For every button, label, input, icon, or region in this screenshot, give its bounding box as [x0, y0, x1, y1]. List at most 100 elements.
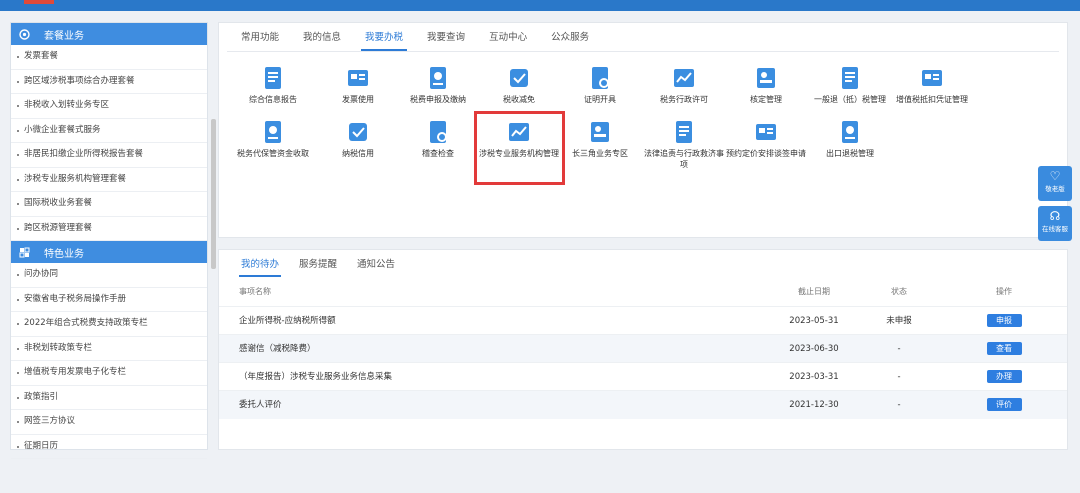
sidebar-item[interactable]: 国际税收业务套餐	[11, 192, 207, 217]
function-item[interactable]: 发票使用	[316, 65, 400, 105]
task-name: 感谢信（减税降费）	[239, 344, 316, 354]
table-row: （年度报告）涉税专业服务业务信息采集 2023-03-31 - 办理	[219, 362, 1067, 391]
function-label: 一般退（抵）税管理	[814, 95, 886, 104]
tab-common[interactable]: 常用功能	[229, 23, 291, 51]
function-label: 增值税抵扣凭证管理	[896, 95, 968, 104]
task-date: 2023-03-31	[789, 372, 839, 382]
sidebar-item[interactable]: 发票套餐	[11, 45, 207, 70]
function-item[interactable]: 核定管理	[724, 65, 808, 105]
function-item[interactable]: 一般退（抵）税管理	[808, 65, 892, 105]
special-list: 问办协同 安徽省电子税务局操作手册 2022年组合式税费支持政策专栏 非税划转政…	[11, 263, 207, 459]
sidebar-item[interactable]: 非居民扣缴企业所得税报告套餐	[11, 143, 207, 168]
function-item[interactable]: 税费申报及缴纳	[396, 65, 480, 105]
section-title: 特色业务	[44, 248, 84, 260]
custody-icon	[260, 119, 286, 145]
table-header: 事项名称 截止日期 状态 操作	[219, 284, 1067, 300]
tax-relief-icon	[506, 65, 532, 91]
sidebar-section-special[interactable]: 特色业务	[11, 241, 207, 263]
table-row: 感谢信（减税降费） 2023-06-30 - 查看	[219, 334, 1067, 363]
tab-query[interactable]: 我要查询	[415, 23, 477, 51]
tab-service-reminder[interactable]: 服务提醒	[289, 250, 347, 277]
sidebar-scrollbar[interactable]	[211, 119, 216, 269]
view-button[interactable]: 查看	[986, 342, 1022, 355]
function-label: 综合信息报告	[249, 95, 297, 104]
function-label: 出口退税管理	[826, 149, 874, 158]
function-label: 税务行政许可	[660, 95, 708, 104]
function-item[interactable]: 税收减免	[477, 65, 561, 105]
package-list: 发票套餐 跨区域涉税事项综合办理套餐 非税收入划转业务专区 小微企业套餐式服务 …	[11, 45, 207, 241]
task-status: -	[897, 372, 901, 382]
function-item[interactable]: 税务代保管资金收取	[231, 119, 315, 159]
function-panel: 常用功能 我的信息 我要办税 我要查询 互动中心 公众服务 综合信息报告 发票使用…	[218, 22, 1068, 238]
grid-icon	[19, 247, 30, 258]
function-item[interactable]: 证明开具	[558, 65, 642, 105]
function-label: 发票使用	[342, 95, 374, 104]
function-item[interactable]: 法律追责与行政救济事项	[642, 119, 726, 170]
tab-divider	[227, 51, 1059, 52]
task-status: 未申报	[886, 316, 912, 326]
header-name: 事项名称	[239, 287, 271, 296]
tab-public-service[interactable]: 公众服务	[539, 23, 601, 51]
function-item[interactable]: 增值税抵扣凭证管理	[890, 65, 974, 105]
sidebar-item[interactable]: 网签三方协议	[11, 410, 207, 435]
header-op: 操作	[996, 287, 1012, 296]
credit-icon	[345, 119, 371, 145]
sidebar-item[interactable]: 征期日历	[11, 435, 207, 459]
function-label: 税费申报及缴纳	[410, 95, 466, 104]
function-item[interactable]: 税务行政许可	[642, 65, 726, 105]
function-label: 法律追责与行政救济事项	[644, 149, 724, 169]
task-name: 企业所得税-应纳税所得额	[239, 316, 336, 326]
logo	[24, 0, 54, 4]
declare-button[interactable]: 申报	[986, 314, 1022, 327]
task-date: 2023-06-30	[789, 344, 839, 354]
function-label: 核定管理	[750, 95, 782, 104]
sidebar-item[interactable]: 跨区税源管理套餐	[11, 217, 207, 241]
function-label: 证明开具	[584, 95, 616, 104]
sidebar-item[interactable]: 非税收入划转业务专区	[11, 94, 207, 119]
task-status: -	[897, 344, 901, 354]
table-row: 企业所得税-应纳税所得额 2023-05-31 未申报 申报	[219, 306, 1067, 335]
header-date: 截止日期	[798, 287, 830, 296]
service-label: 在线客服	[1042, 225, 1068, 233]
task-date: 2021-12-30	[789, 400, 839, 410]
function-label: 稽查检查	[422, 149, 454, 158]
tab-my-info[interactable]: 我的信息	[291, 23, 353, 51]
sidebar-item[interactable]: 问办协同	[11, 263, 207, 288]
legal-icon	[671, 119, 697, 145]
tab-notice[interactable]: 通知公告	[347, 250, 405, 277]
tab-my-todo[interactable]: 我的待办	[231, 250, 289, 277]
sidebar-item[interactable]: 增值税专用发票电子化专栏	[11, 361, 207, 386]
function-label: 税收减免	[503, 95, 535, 104]
function-item[interactable]: 出口退税管理	[808, 119, 892, 159]
pricing-icon	[753, 119, 779, 145]
online-service-button[interactable]: ☊ 在线客服	[1038, 206, 1072, 241]
sidebar-section-package[interactable]: 套餐业务	[11, 23, 207, 45]
handle-button[interactable]: 办理	[986, 370, 1022, 383]
sidebar-item[interactable]: 政策指引	[11, 386, 207, 410]
sidebar-item[interactable]: 涉税专业服务机构管理套餐	[11, 168, 207, 192]
header-status: 状态	[891, 287, 907, 296]
function-item[interactable]: 综合信息报告	[231, 65, 315, 105]
declare-icon	[425, 65, 451, 91]
export-icon	[837, 119, 863, 145]
elder-label: 敬老版	[1045, 185, 1065, 193]
highlight-box	[474, 111, 565, 185]
function-item[interactable]: 纳税信用	[316, 119, 400, 159]
table-row: 委托人评价 2021-12-30 - 评价	[219, 390, 1067, 419]
approval-icon	[753, 65, 779, 91]
sidebar-item[interactable]: 跨区域涉税事项综合办理套餐	[11, 70, 207, 94]
function-item[interactable]: 稽查检查	[396, 119, 480, 159]
function-tabs: 常用功能 我的信息 我要办税 我要查询 互动中心 公众服务	[229, 23, 601, 51]
sidebar-item[interactable]: 2022年组合式税费支持政策专栏	[11, 312, 207, 337]
sidebar-item[interactable]: 小微企业套餐式服务	[11, 119, 207, 143]
sidebar-item[interactable]: 非税划转政策专栏	[11, 337, 207, 361]
tab-tax-handling[interactable]: 我要办税	[353, 23, 415, 51]
function-item[interactable]: 长三角业务专区	[558, 119, 642, 159]
tab-interaction[interactable]: 互动中心	[477, 23, 539, 51]
elder-mode-button[interactable]: ♡ 敬老版	[1038, 166, 1072, 201]
evaluate-button[interactable]: 评价	[986, 398, 1022, 411]
sidebar-item[interactable]: 安徽省电子税务局操作手册	[11, 288, 207, 312]
function-item[interactable]: 预约定价安排谈签申请	[724, 119, 808, 159]
voucher-icon	[919, 65, 945, 91]
certificate-icon	[587, 65, 613, 91]
